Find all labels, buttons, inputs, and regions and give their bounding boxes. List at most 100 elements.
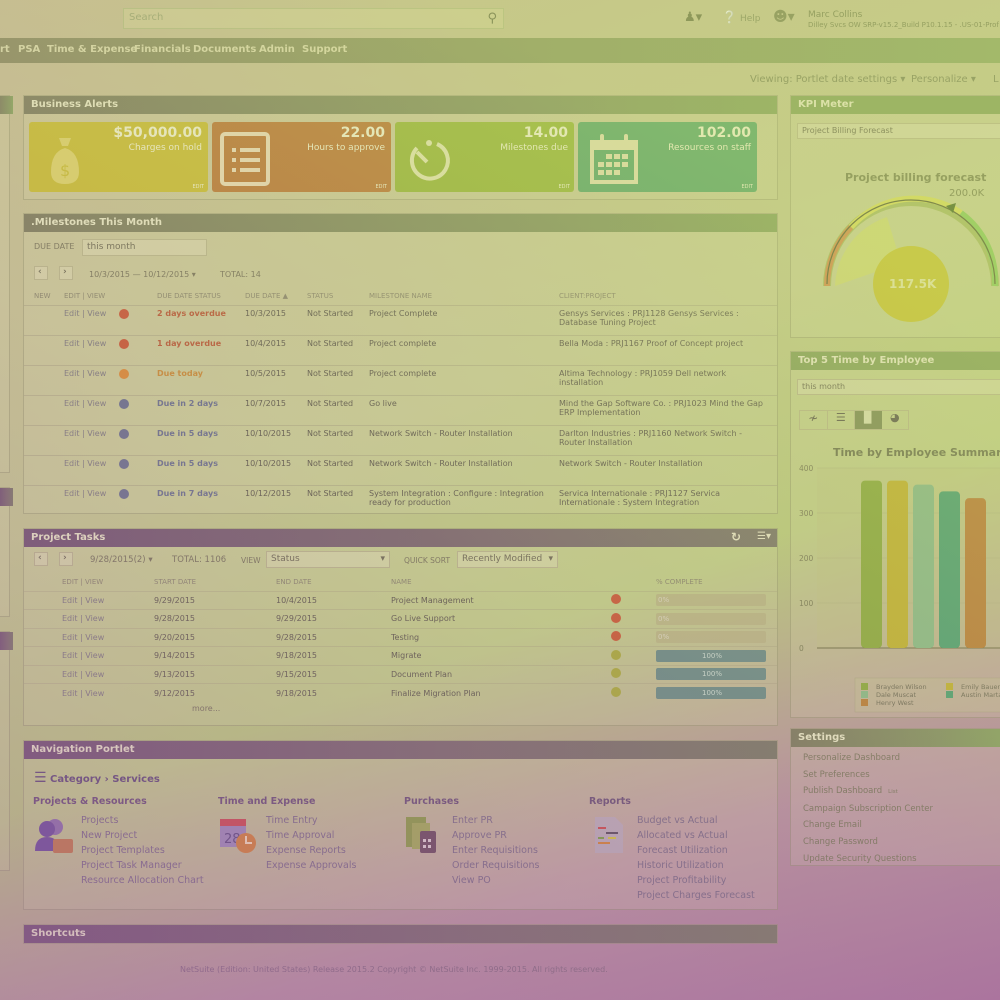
nav-link[interactable]: Resource Allocation Chart: [81, 873, 204, 888]
menu-icon[interactable]: ☰: [34, 770, 47, 786]
nav-link[interactable]: View PO: [452, 873, 539, 888]
edit-view-links[interactable]: Edit | View: [64, 454, 119, 485]
nav-tab-admin[interactable]: Admin: [259, 44, 295, 55]
user-avatar-icon[interactable]: ☻▾: [773, 9, 795, 25]
edit-view-links[interactable]: Edit | View: [64, 394, 119, 425]
nav-link[interactable]: Enter Requisitions: [452, 843, 539, 858]
bar-austin-martin[interactable]: [939, 491, 960, 648]
nav-link[interactable]: Forecast Utilization: [637, 843, 755, 858]
nav-link[interactable]: Time Entry: [266, 813, 356, 828]
bar-brayden-wilson[interactable]: [861, 480, 882, 648]
quick-sort-select[interactable]: Recently Modified ▾: [457, 551, 558, 568]
column-header[interactable]: DUE DATE ▲: [245, 287, 307, 305]
due-date-filter[interactable]: this month: [82, 239, 207, 256]
portlet-menu-icon[interactable]: ☰▾: [757, 531, 771, 542]
pie-chart-icon[interactable]: ◕: [882, 411, 909, 429]
column-header[interactable]: NEW: [24, 287, 64, 305]
legend-label[interactable]: Emily Bauer: [961, 683, 1000, 691]
alert-tile-hours-to-approve[interactable]: 22.00 Hours to approve EDIT: [212, 122, 391, 192]
help-link[interactable]: Help: [740, 14, 761, 24]
period-select[interactable]: this month: [797, 379, 1000, 395]
nav-link[interactable]: Allocated vs Actual: [637, 828, 755, 843]
nav-link[interactable]: Expense Reports: [266, 843, 356, 858]
bar-henry-west[interactable]: [965, 498, 986, 648]
settings-link[interactable]: Personalize Dashboard: [803, 750, 933, 767]
nav-link[interactable]: Project Templates: [81, 843, 204, 858]
settings-link[interactable]: Campaign Subscription Center: [803, 801, 933, 818]
refresh-icon[interactable]: ↻: [731, 530, 741, 544]
legend-label[interactable]: Brayden Wilson: [876, 683, 927, 691]
alert-tile-charges-on-hold[interactable]: $ $50,000.00 Charges on hold EDIT: [29, 122, 208, 192]
client-project[interactable]: Altima Technology : PRJ1059 Dell network…: [559, 364, 777, 395]
nav-tab-documents[interactable]: Documents: [193, 44, 256, 55]
client-project[interactable]: Gensys Services : PRJ1128 Gensys Service…: [559, 304, 777, 335]
legend-label[interactable]: Henry West: [876, 699, 914, 707]
curve-chart-icon[interactable]: ≁: [800, 411, 828, 429]
view-select[interactable]: Status ▾: [266, 551, 390, 568]
nav-link[interactable]: Projects: [81, 813, 204, 828]
nav-tab-support[interactable]: Support: [302, 44, 347, 55]
user-name[interactable]: Marc Collins: [808, 10, 862, 20]
column-header[interactable]: START DATE: [154, 573, 276, 591]
legend-label[interactable]: Austin Marta: [961, 691, 1000, 699]
edit-view-links[interactable]: Edit | View: [64, 334, 119, 365]
publish-list-badge[interactable]: List: [888, 789, 898, 795]
client-project[interactable]: Darlton Industries : PRJ1160 Network Swi…: [559, 424, 777, 455]
bar-emily-bauer[interactable]: [887, 480, 908, 648]
edit-view-links[interactable]: Edit | View: [24, 664, 154, 684]
horizontal-bar-chart-icon[interactable]: ☰: [828, 411, 855, 429]
column-header[interactable]: CLIENT:PROJECT: [559, 287, 777, 305]
prev-page-button[interactable]: ‹: [34, 266, 48, 280]
nav-link[interactable]: Expense Approvals: [266, 858, 356, 873]
alert-tile-resources-on-staff[interactable]: 102.00 Resources on staff EDIT: [578, 122, 757, 192]
tile-edit-link[interactable]: EDIT: [192, 184, 204, 190]
column-chart-icon[interactable]: ▉: [855, 411, 882, 429]
layout-dropdown[interactable]: L: [993, 74, 999, 85]
column-header[interactable]: NAME: [391, 573, 611, 591]
settings-link[interactable]: Set Preferences: [803, 767, 933, 784]
task-date-dropdown[interactable]: 9/28/2015(2) ▾: [90, 555, 153, 565]
nav-link[interactable]: Enter PR: [452, 813, 539, 828]
viewing-dropdown[interactable]: Viewing: Portlet date settings ▾: [750, 74, 905, 85]
client-project[interactable]: Bella Moda : PRJ1167 Proof of Concept pr…: [559, 334, 777, 365]
edit-view-links[interactable]: Edit | View: [24, 609, 154, 628]
nav-link[interactable]: New Project: [81, 828, 204, 843]
prev-page-button[interactable]: ‹: [34, 552, 48, 566]
column-header[interactable]: END DATE: [276, 573, 391, 591]
help-icon[interactable]: ❔: [722, 10, 737, 24]
nav-link[interactable]: Order Requisitions: [452, 858, 539, 873]
edit-view-links[interactable]: Edit | View: [24, 590, 154, 610]
recent-records-icon[interactable]: ♟▾: [684, 10, 702, 25]
nav-link[interactable]: Approve PR: [452, 828, 539, 843]
settings-link[interactable]: Change Password: [803, 834, 933, 851]
edit-view-links[interactable]: Edit | View: [64, 484, 119, 515]
settings-link[interactable]: Update Security Questions: [803, 851, 933, 868]
nav-link[interactable]: Historic Utilization: [637, 858, 755, 873]
date-range-dropdown[interactable]: 10/3/2015 — 10/12/2015 ▾: [89, 270, 196, 279]
edit-view-links[interactable]: Edit | View: [64, 364, 119, 395]
column-header[interactable]: EDIT | VIEW: [24, 573, 154, 591]
bar-dale-muscat[interactable]: [913, 484, 934, 648]
column-header[interactable]: [611, 573, 656, 591]
settings-link[interactable]: Change Email: [803, 817, 933, 834]
nav-tab-partial[interactable]: rt: [0, 44, 10, 55]
settings-link[interactable]: Publish Dashboard List: [803, 783, 933, 801]
search-icon[interactable]: ⚲: [487, 11, 497, 26]
edit-view-links[interactable]: Edit | View: [24, 683, 154, 702]
nav-link[interactable]: Time Approval: [266, 828, 356, 843]
client-project[interactable]: Servica Internationale : PRJ1127 Servica…: [559, 484, 777, 515]
column-header[interactable]: % COMPLETE: [656, 573, 777, 591]
edit-view-links[interactable]: Edit | View: [64, 304, 119, 335]
nav-tab-financials[interactable]: Financials: [134, 44, 191, 55]
nav-tab-time-expense[interactable]: Time & Expense: [47, 44, 137, 55]
edit-view-links[interactable]: Edit | View: [24, 627, 154, 647]
personalize-dropdown[interactable]: Personalize ▾: [911, 74, 976, 85]
edit-view-links[interactable]: Edit | View: [24, 646, 154, 665]
tile-edit-link[interactable]: EDIT: [558, 184, 570, 190]
edit-view-links[interactable]: Edit | View: [64, 424, 119, 455]
global-search-input[interactable]: Search ⚲: [123, 8, 504, 29]
legend-label[interactable]: Dale Muscat: [876, 691, 917, 699]
tile-edit-link[interactable]: EDIT: [741, 184, 753, 190]
column-header[interactable]: STATUS: [307, 287, 369, 305]
more-link[interactable]: more...: [192, 704, 220, 713]
